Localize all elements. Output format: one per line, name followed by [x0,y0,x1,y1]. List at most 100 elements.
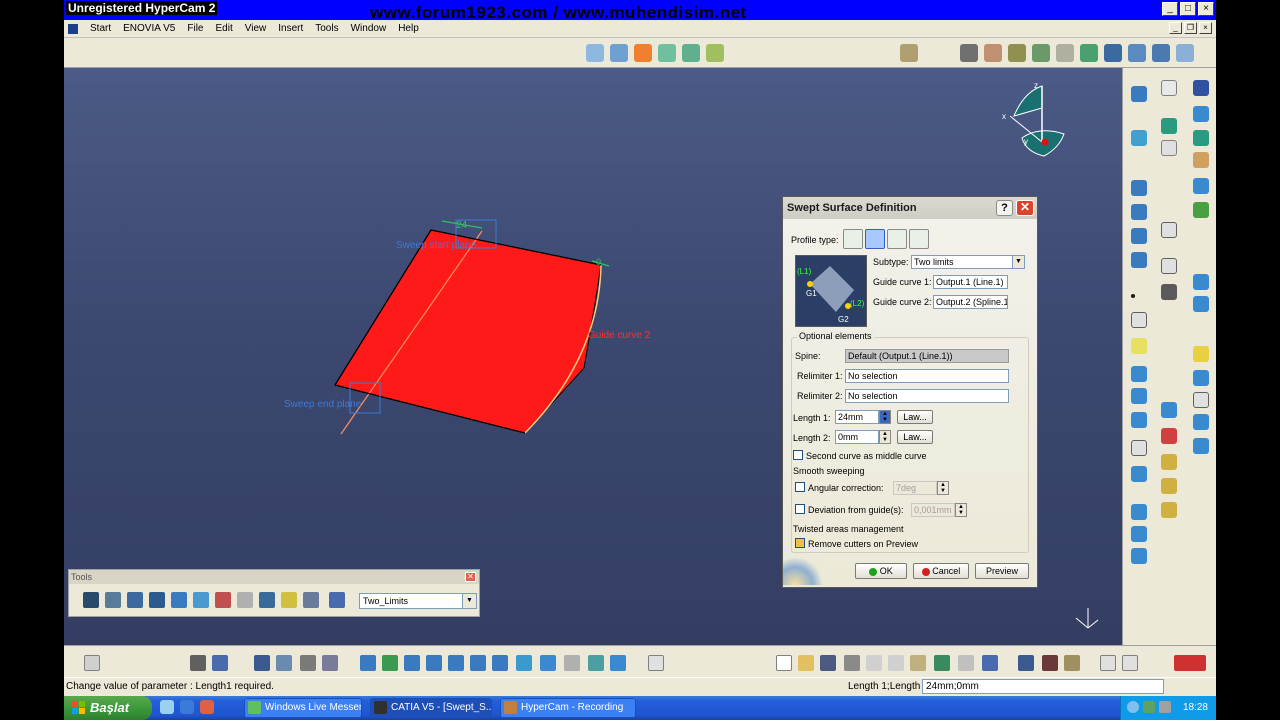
length-1-law-button[interactable]: Law... [897,410,933,424]
trim-icon[interactable] [1008,44,1026,62]
second-curve-checkbox[interactable] [793,450,803,460]
dress-up-icon[interactable] [1161,284,1177,300]
doc-close-button[interactable]: × [1199,22,1212,34]
polyline-icon[interactable] [1161,222,1177,238]
select-box-icon[interactable] [1122,655,1138,671]
paste-icon[interactable] [910,655,926,671]
deviation-checkbox[interactable] [795,504,805,514]
extrude-icon[interactable] [634,44,652,62]
patch-icon[interactable] [1193,346,1209,362]
circle-icon[interactable] [1193,130,1209,146]
length-2-spinner[interactable]: ▲ ▼ [879,430,891,444]
affinity-icon[interactable] [1161,478,1177,494]
hide-icon[interactable] [564,655,580,671]
rotate-view-icon[interactable] [426,655,442,671]
geometry-set-icon[interactable] [329,592,345,608]
guide-curve-1-field[interactable]: Output.1 (Line.1) [933,275,1008,289]
chevron-down-icon[interactable]: ▼ [462,594,476,608]
compass-icon[interactable]: z x y [1002,81,1065,157]
pan-icon[interactable] [404,655,420,671]
stack-icon[interactable] [303,592,319,608]
pattern-icon[interactable] [1131,548,1147,564]
tray-volume-icon[interactable] [1159,701,1171,713]
cancel-button[interactable]: Cancel [913,563,969,579]
line-icon[interactable] [1193,106,1209,122]
tree-expand-icon[interactable] [276,655,292,671]
rotate-icon[interactable] [1128,44,1146,62]
split-icon[interactable] [984,44,1002,62]
minimize-button[interactable]: _ [1162,2,1178,16]
save-icon[interactable] [820,655,836,671]
length-1-field[interactable]: 24mm [835,410,879,424]
plane-tool-icon[interactable] [1131,338,1147,354]
measure-item-icon[interactable] [1042,655,1058,671]
profile-conic-icon[interactable] [909,229,929,249]
angular-correction-checkbox[interactable] [795,482,805,492]
relimiter-1-field[interactable]: No selection [845,369,1009,383]
zero-value-label[interactable]: 0 [596,257,601,267]
profile-circle-icon[interactable] [887,229,907,249]
table-icon[interactable] [254,655,270,671]
circle-side-icon[interactable] [1131,440,1147,456]
constraint-icon[interactable] [215,592,231,608]
normal-view-icon[interactable] [492,655,508,671]
analysis-icon[interactable] [900,44,918,62]
symmetry-icon[interactable] [1152,44,1170,62]
open-file-icon[interactable] [798,655,814,671]
intersection-icon[interactable] [1131,180,1147,196]
boundary-icon[interactable] [1032,44,1050,62]
axis-to-axis-icon[interactable] [1161,502,1177,518]
menu-file[interactable]: File [187,23,203,34]
hide-show-icon[interactable] [300,655,316,671]
combine-icon[interactable] [1131,228,1147,244]
solid-box-icon[interactable] [1193,274,1209,290]
point-icon[interactable] [1161,80,1177,96]
cube-icon[interactable] [193,592,209,608]
swap-icon[interactable] [322,655,338,671]
multi-section-icon[interactable] [1161,428,1177,444]
swept-surface[interactable] [334,229,602,434]
menu-window[interactable]: Window [351,23,387,34]
rotate-side-icon[interactable] [1161,402,1177,418]
surface-offset-icon[interactable] [1193,438,1209,454]
clock[interactable]: 18:28 [1183,702,1208,713]
shading-icon[interactable] [540,655,556,671]
sphere-side-icon[interactable] [1131,388,1147,404]
task-hypercam[interactable]: HyperCam - Recording [500,698,636,718]
measure-between-icon[interactable] [1018,655,1034,671]
knowledge-icon[interactable] [1193,80,1209,96]
scaling-icon[interactable] [1176,44,1194,62]
scale-side-icon[interactable] [1161,454,1177,470]
redo-icon[interactable] [958,655,974,671]
parallel-curve-icon[interactable] [1131,204,1147,220]
sweep-icon[interactable] [586,44,604,62]
subtype-select[interactable]: Two limits ▼ [911,255,1025,269]
fill-side-icon[interactable] [1131,412,1147,428]
iso-view-icon[interactable] [516,655,532,671]
join-icon[interactable] [960,44,978,62]
tools-toolbar-title[interactable]: Tools [69,570,479,584]
grid-3d-icon[interactable] [149,592,165,608]
catia-app-icon[interactable] [68,23,78,34]
preview-button[interactable]: Preview [975,563,1029,579]
length-2-field[interactable]: 0mm [835,430,879,444]
menu-view[interactable]: View [245,23,267,34]
zoom-in-icon[interactable] [448,655,464,671]
reflect-line-icon[interactable] [1131,252,1147,268]
menu-tools[interactable]: Tools [315,23,338,34]
length-2-law-button[interactable]: Law... [897,430,933,444]
task-catia[interactable]: CATIA V5 - [Swept_S... [370,698,492,718]
select-group-icon[interactable] [1100,655,1116,671]
tree-icon[interactable] [259,592,275,608]
spiral-icon[interactable] [1131,466,1147,482]
relimiter-2-field[interactable]: No selection [845,389,1009,403]
snap-icon[interactable] [281,592,297,608]
projection-icon[interactable] [1131,130,1147,146]
quick-launch-media-icon[interactable] [200,700,214,714]
profile-explicit-icon[interactable] [843,229,863,249]
swap-space-icon[interactable] [588,655,604,671]
copy-icon[interactable] [888,655,904,671]
spine-field[interactable]: Default (Output.1 (Line.1)) [845,349,1009,363]
developed-icon[interactable] [1131,504,1147,520]
revolve-icon[interactable] [658,44,676,62]
